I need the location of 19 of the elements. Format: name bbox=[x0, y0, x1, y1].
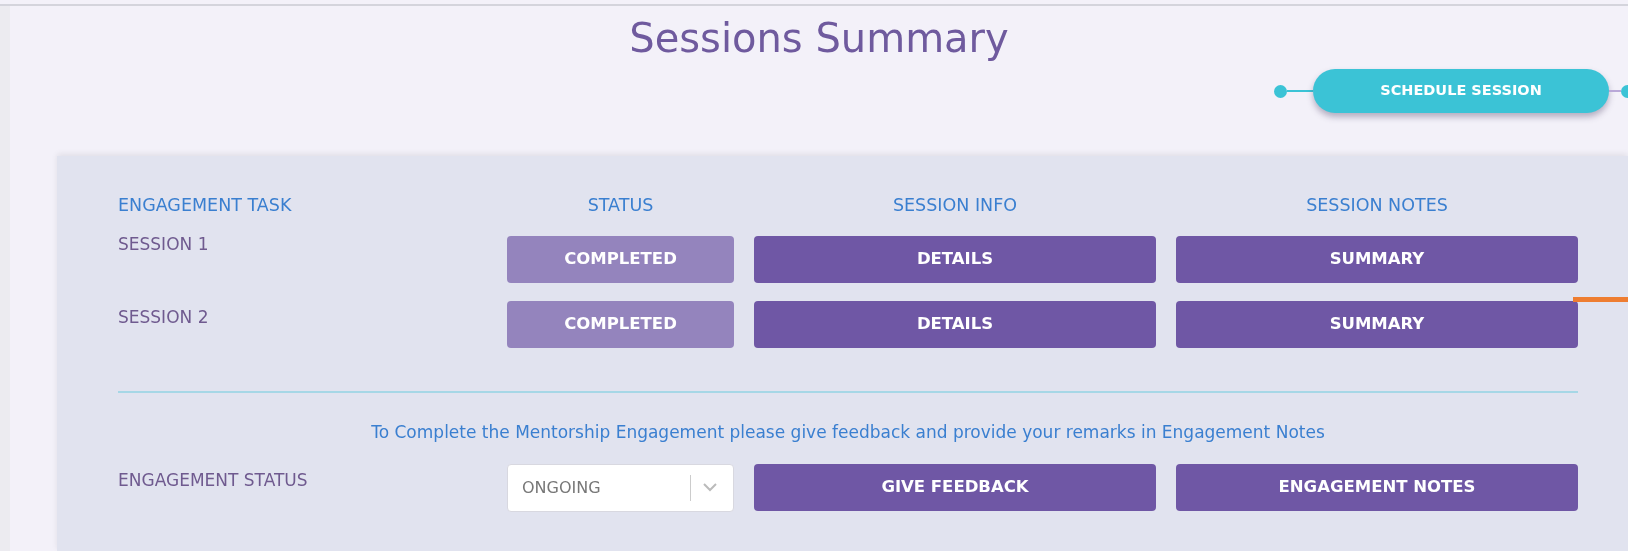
instruction-text: To Complete the Mentorship Engagement please give feedback and provide your remarks in Engagement Notes bbox=[370, 421, 1326, 445]
details-button[interactable]: DETAILS bbox=[754, 236, 1156, 284]
summary-button[interactable]: SUMMARY bbox=[1176, 236, 1578, 284]
notes-button[interactable]: ENGAGEMENT NOTES bbox=[1176, 464, 1578, 512]
feedback-button[interactable]: GIVE FEEDBACK bbox=[754, 464, 1156, 512]
task-label: ENGAGEMENT STATUS bbox=[118, 468, 309, 492]
chevron-down-icon bbox=[703, 483, 717, 493]
column-header: STATUS bbox=[586, 194, 655, 217]
column-header: ENGAGEMENT TASK bbox=[118, 194, 293, 217]
status-select[interactable]: ONGOING bbox=[507, 463, 734, 512]
column-header: SESSION INFO bbox=[891, 194, 1019, 217]
task-label: SESSION 2 bbox=[118, 306, 210, 330]
column-header: SESSION NOTES bbox=[1305, 194, 1449, 217]
status-button[interactable]: COMPLETED bbox=[507, 301, 734, 349]
status-button[interactable]: COMPLETED bbox=[507, 236, 734, 284]
summary-button[interactable]: SUMMARY bbox=[1176, 301, 1578, 349]
task-label: SESSION 1 bbox=[118, 233, 210, 257]
details-button[interactable]: DETAILS bbox=[754, 301, 1156, 349]
page-title: Sessions Summary bbox=[628, 14, 1010, 62]
